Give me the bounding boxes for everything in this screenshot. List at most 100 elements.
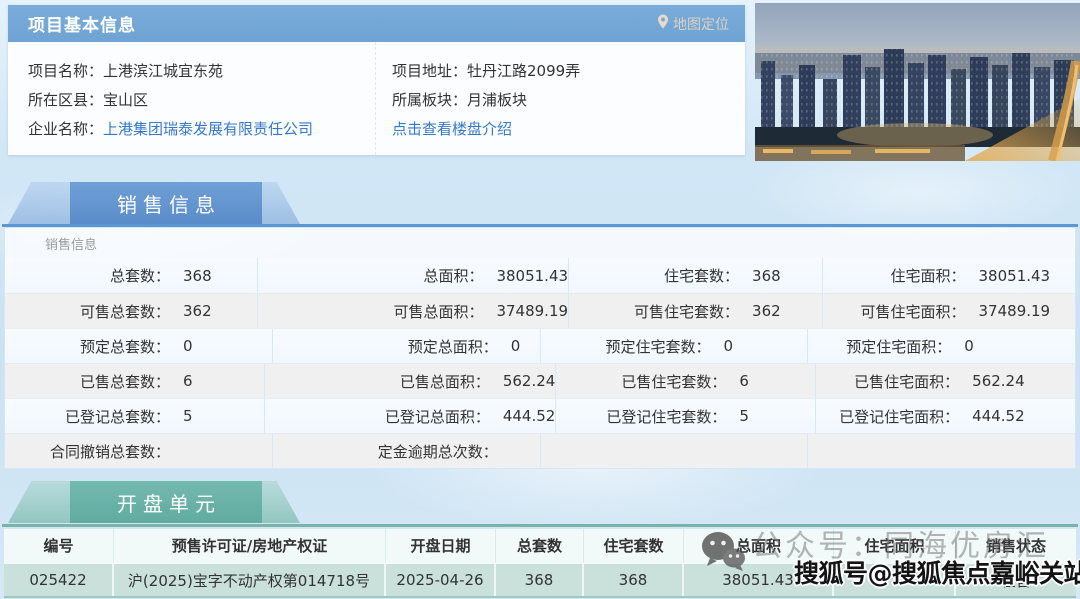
cell-label: 总套数：: [5, 265, 170, 286]
sales-cell: 已售总套数： 6: [5, 364, 265, 398]
cell-value: 362: [752, 302, 781, 320]
field-company: 企业名称： 上港集团瑞泰发展有限责任公司: [28, 114, 375, 143]
cell-value: 37489.19: [979, 302, 1051, 320]
table-row: 总套数： 368 总面积： 38051.43 住宅套数： 368 住宅面积： 38051…: [5, 258, 1075, 293]
cell-value: 0: [724, 337, 734, 355]
cell-value: 368: [183, 267, 212, 285]
field-value: 牡丹江路2099弄: [467, 60, 580, 81]
cell-value: 6: [183, 372, 193, 390]
sales-cell: 已售住宅套数：6: [556, 364, 816, 398]
field-value: 月浦板块: [467, 89, 527, 110]
cell-value: 38051.43: [496, 267, 568, 285]
field-label: 项目地址：: [392, 60, 467, 81]
column-header: 总面积: [684, 529, 834, 562]
column-header: 预售许可证/房地产权证: [114, 529, 386, 562]
field-intro: 点击查看楼盘介绍: [392, 114, 745, 143]
cell-label: 已售总套数：: [5, 371, 170, 392]
project-info-header: 项目基本信息 地图定位: [8, 5, 745, 42]
column-header: 住宅套数: [584, 529, 684, 562]
sales-cell: 住宅面积： 38051.43: [823, 258, 1075, 293]
sales-cell: 可售总面积：37489.19: [258, 294, 569, 328]
sales-cell: 预定总面积：0: [273, 329, 541, 363]
cell-value: 444.52: [972, 407, 1025, 425]
field-district: 所在区县： 宝山区: [28, 85, 375, 114]
residential-area-cell: [834, 564, 956, 596]
building-intro-link[interactable]: 点击查看楼盘介绍: [392, 118, 512, 139]
cell-label: 已售住宅套数：: [556, 371, 726, 392]
project-info-right-column: 项目地址： 牡丹江路2099弄 所属板块： 月浦板块 点击查看楼盘介绍: [376, 42, 745, 155]
opening-date-cell: 2025-04-26: [386, 564, 496, 596]
sales-cell: 定金逾期总次数：: [273, 434, 541, 468]
unit-number-cell: 025422: [4, 564, 114, 596]
cell-value: 562.24: [972, 372, 1025, 390]
cell-label: 可售住宅套数：: [569, 301, 739, 322]
cell-label: 已登记住宅套数：: [556, 406, 726, 427]
teal-divider: [2, 524, 1078, 527]
sales-status-badge: 在售: [956, 564, 1076, 596]
map-locate-button[interactable]: 地图定位: [657, 14, 729, 34]
sales-cell: 总面积： 38051.43: [258, 258, 569, 293]
table-row: 已登记总套数：5 已登记总面积：444.52 已登记住宅套数：5 已登记住宅面积…: [5, 398, 1075, 433]
table-row: 合同撤销总套数： 定金逾期总次数：: [5, 433, 1075, 468]
field-value: 上港滨江城宜东苑: [103, 60, 223, 81]
opening-table-header: 编号 预售许可证/房地产权证 开盘日期 总套数 住宅套数 总面积 住宅面积 销售…: [4, 529, 1076, 562]
sales-cell: 已登记住宅面积： 444.52: [816, 399, 1075, 433]
cell-label: 总面积：: [258, 265, 483, 286]
column-header: 编号: [4, 529, 114, 562]
table-row: 可售总套数：362 可售总面积：37489.19 可售住宅套数：362 可售住宅…: [5, 293, 1075, 328]
cell-label: 可售总套数：: [5, 301, 170, 322]
field-plate: 所属板块： 月浦板块: [392, 85, 745, 114]
sales-cell: 预定住宅面积： 0: [808, 329, 1075, 363]
project-photo: [755, 3, 1080, 161]
project-info-body: 项目名称： 上港滨江城宜东苑 所在区县： 宝山区 企业名称： 上港集团瑞泰发展有…: [8, 42, 745, 155]
cell-value: 0: [964, 337, 974, 355]
sales-cell: 已售总面积：562.24: [265, 364, 557, 398]
cell-value: 38051.43: [979, 267, 1051, 285]
column-header: 销售状态: [956, 529, 1076, 562]
table-row: 已售总套数： 6 已售总面积：562.24 已售住宅套数：6 已售住宅面积： 562…: [5, 363, 1075, 398]
sales-cell: 总套数： 368: [5, 258, 258, 293]
cell-label: 已登记总套数：: [5, 406, 170, 427]
sales-cell: 预定总套数： 0: [5, 329, 273, 363]
cell-label: 已登记住宅面积：: [816, 406, 959, 427]
sales-section-tab: 销售信息: [8, 182, 300, 224]
cell-label: 合同撤销总套数：: [5, 441, 170, 462]
project-info-left-column: 项目名称： 上港滨江城宜东苑 所在区县： 宝山区 企业名称： 上港集团瑞泰发展有…: [8, 42, 376, 155]
sales-cell: 已登记总面积：444.52: [265, 399, 557, 433]
sales-info-panel: 销售信息 总套数：368 总面积：38051.43 住宅套数：368 住宅面积：…: [4, 227, 1076, 469]
field-label: 所属板块：: [392, 89, 467, 110]
sales-cell: 已登记总套数：5: [5, 399, 265, 433]
sales-cell: 可售总套数：362: [5, 294, 258, 328]
cell-label: 住宅套数：: [569, 265, 739, 286]
cell-label: 已售住宅面积：: [816, 371, 959, 392]
field-address: 项目地址： 牡丹江路2099弄: [392, 56, 745, 85]
cell-value: 444.52: [503, 407, 556, 425]
total-units-cell: 368: [496, 564, 584, 596]
sales-cell: 合同撤销总套数：: [5, 434, 273, 468]
cell-label: 可售总面积：: [258, 301, 483, 322]
field-project-name: 项目名称： 上港滨江城宜东苑: [28, 56, 375, 85]
cell-value: 562.24: [503, 372, 556, 390]
column-header: 住宅面积: [834, 529, 956, 562]
sales-cell: 已登记住宅套数：5: [556, 399, 816, 433]
column-header: 总套数: [496, 529, 584, 562]
field-label: 所在区县：: [28, 89, 103, 110]
cell-label: 预定总套数：: [5, 336, 170, 357]
sales-cell: 预定住宅套数： 0: [541, 329, 809, 363]
opening-units-table: 编号 预售许可证/房地产权证 开盘日期 总套数 住宅套数 总面积 住宅面积 销售…: [4, 529, 1076, 598]
cell-label: 预定住宅面积：: [808, 336, 951, 357]
cell-value: 0: [183, 337, 193, 355]
cell-label: 住宅面积：: [823, 265, 966, 286]
cell-value: 0: [511, 337, 521, 355]
table-row: 预定总套数： 0 预定总面积：0 预定住宅套数： 0 预定住宅面积： 0: [5, 328, 1075, 363]
opening-tab-title: 开盘单元: [70, 481, 262, 523]
cell-value: 368: [752, 267, 781, 285]
field-label: 企业名称：: [28, 118, 103, 139]
cell-label: 定金逾期总次数：: [273, 441, 498, 462]
company-link[interactable]: 上港集团瑞泰发展有限责任公司: [103, 118, 313, 139]
column-header: 开盘日期: [386, 529, 496, 562]
cell-label: 预定住宅套数：: [541, 336, 711, 357]
field-label: 项目名称：: [28, 60, 103, 81]
field-value: 宝山区: [103, 89, 148, 110]
opening-section-tab: 开盘单元: [8, 481, 300, 523]
